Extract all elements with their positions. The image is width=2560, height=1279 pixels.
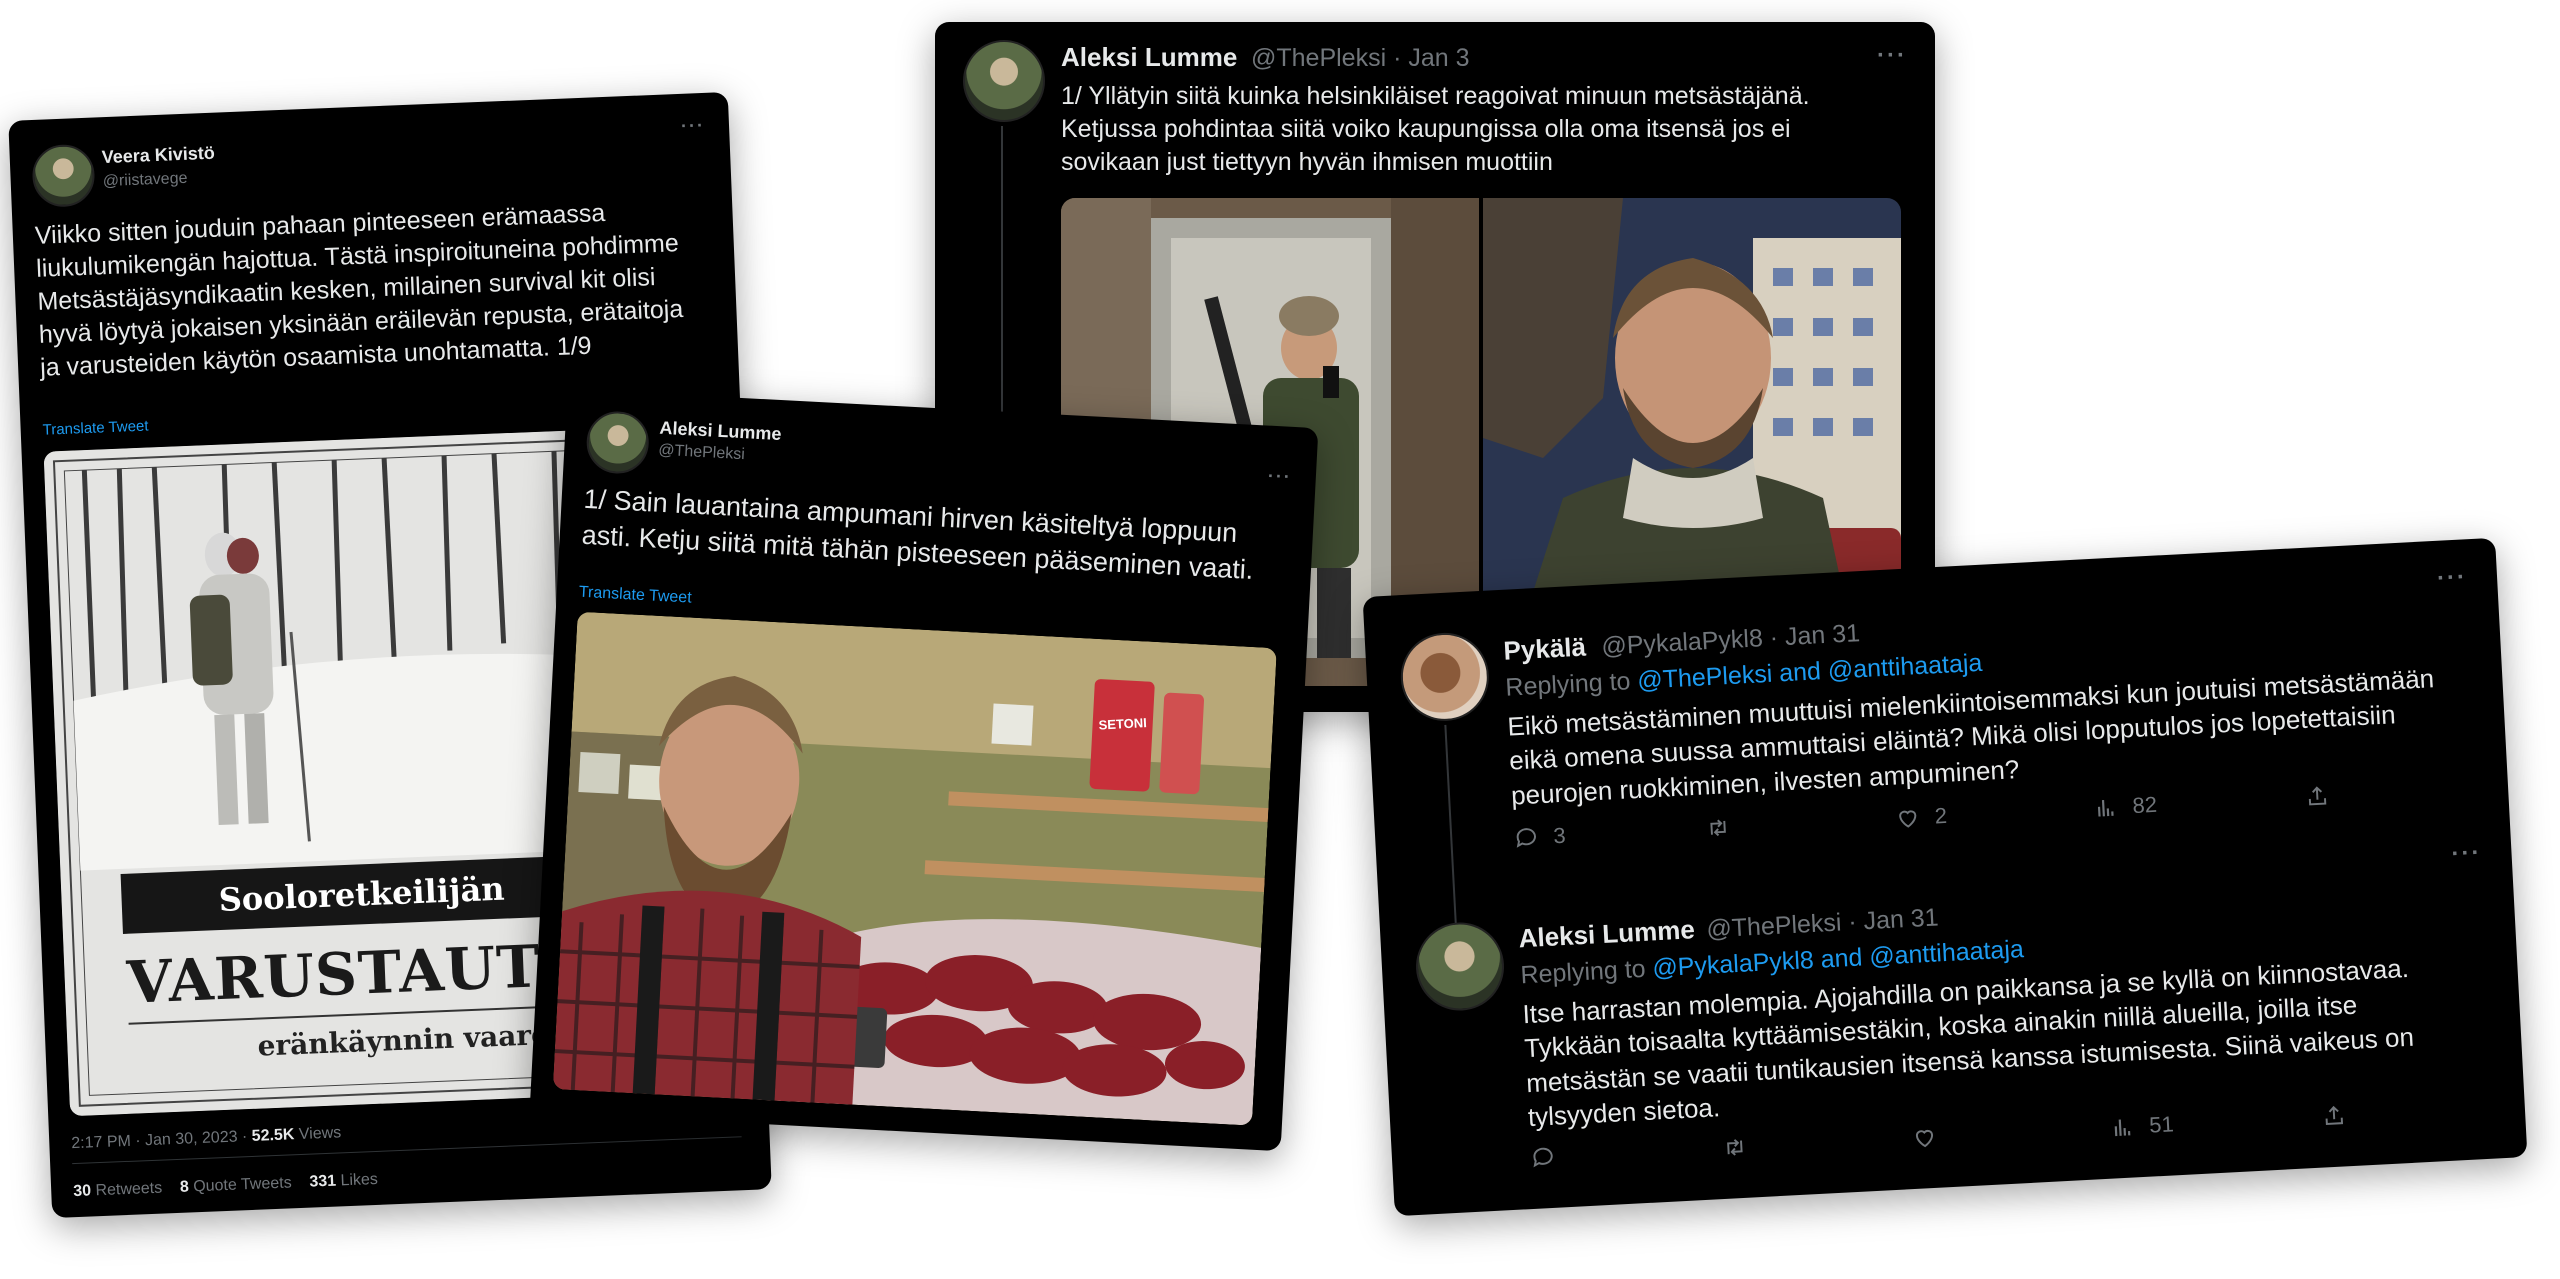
avatar[interactable]: [585, 409, 651, 476]
more-options-icon-2[interactable]: ···: [2451, 839, 2482, 869]
tweet-text: 1/ Yllätyin siitä kuinka helsinkiläiset …: [1061, 82, 1810, 176]
analytics-icon: [2114, 1119, 2131, 1137]
analytics-icon: [2097, 799, 2114, 817]
more-options-icon[interactable]: ···: [681, 115, 706, 137]
author-name[interactable]: Veera Kivistö: [101, 143, 215, 169]
retweet-icon: [1710, 819, 1726, 837]
author-handle[interactable]: @ThePleksi: [658, 442, 745, 465]
reply-icon: [1516, 828, 1536, 848]
image-text-label: SETONI: [1098, 715, 1148, 733]
tweet-photo-meat[interactable]: SETONI: [552, 611, 1277, 1126]
like-button[interactable]: 2: [1894, 803, 1948, 832]
author-name-2[interactable]: Aleksi Lumme: [1518, 914, 1696, 954]
thread-line: [1001, 126, 1003, 446]
like-button-2[interactable]: [1911, 1123, 1952, 1151]
heart-icon: [1915, 1129, 1934, 1148]
share-icon: [2308, 786, 2327, 806]
reply-button-2[interactable]: [1529, 1143, 1570, 1171]
more-options-icon[interactable]: ···: [1267, 466, 1292, 488]
reply-icon: [1533, 1147, 1553, 1168]
avatar[interactable]: [963, 40, 1045, 122]
avatar[interactable]: [1398, 630, 1492, 724]
tweet-stats: 30 Retweets 8 Quote Tweets 331 Likes: [73, 1171, 378, 1201]
quote-tweets-count[interactable]: 8: [180, 1179, 190, 1196]
tweet-card-replies: Pykälä @PykalaPykl8 · Jan 31 ··· Replyin…: [1362, 537, 2528, 1217]
views-count: 52.5K: [251, 1126, 295, 1145]
author-handle[interactable]: @ThePleksi · Jan 3: [1251, 44, 1470, 73]
author-name[interactable]: Pykälä: [1503, 632, 1587, 667]
quote-tweets-label[interactable]: Quote Tweets: [193, 1174, 292, 1195]
retweet-icon: [1727, 1139, 1743, 1156]
more-options-icon[interactable]: ···: [1877, 42, 1907, 70]
more-options-icon[interactable]: ···: [2436, 563, 2467, 593]
avatar[interactable]: [31, 143, 96, 208]
author-handle[interactable]: @PykalaPykl8 · Jan 31: [1601, 619, 1861, 662]
tweet-text: 1/ Sain lauantaina ampumani hirven käsit…: [581, 483, 1255, 585]
translate-tweet-link[interactable]: Translate Tweet: [42, 418, 148, 439]
retweet-button-2[interactable]: [1721, 1133, 1762, 1161]
tweet-timestamp: 2:17 PM · Jan 30, 2023 · 52.5K Views: [71, 1124, 342, 1153]
author-handle[interactable]: @riistavege: [102, 170, 187, 191]
views-button-2[interactable]: 51: [2109, 1111, 2175, 1140]
author-handle-2[interactable]: @ThePleksi · Jan 31: [1706, 903, 1940, 944]
avatar-2[interactable]: [1413, 920, 1507, 1013]
share-button[interactable]: [2304, 783, 2331, 810]
author-name[interactable]: Aleksi Lumme: [1061, 42, 1237, 73]
tweet-card-aleksi-moose: Aleksi Lumme @ThePleksi ··· 1/ Sain laua…: [529, 388, 1319, 1152]
likes-count[interactable]: 331: [309, 1173, 336, 1191]
heart-icon: [1899, 810, 1917, 828]
tweet-text: Viikko sitten jouduin pahaan pinteeseen …: [34, 199, 684, 382]
share-button-2[interactable]: [2320, 1102, 2347, 1129]
retweets-count[interactable]: 30: [73, 1182, 91, 1200]
likes-label[interactable]: Likes: [340, 1171, 378, 1189]
author-name[interactable]: Aleksi Lumme: [659, 418, 782, 445]
reply-button[interactable]: 3: [1513, 823, 1567, 852]
retweets-label[interactable]: Retweets: [95, 1180, 162, 1200]
retweet-button[interactable]: [1704, 813, 1745, 841]
views-button[interactable]: 82: [2092, 792, 2158, 821]
share-icon: [2325, 1105, 2344, 1125]
translate-tweet-link[interactable]: Translate Tweet: [578, 584, 692, 608]
